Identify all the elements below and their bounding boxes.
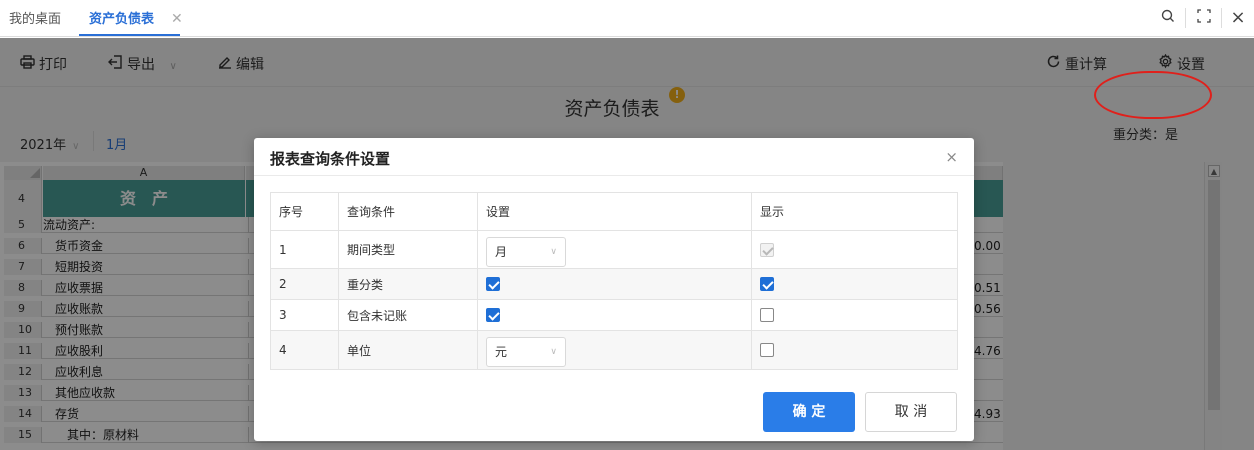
- table-cell: 3: [271, 300, 339, 330]
- fullscreen-icon[interactable]: [1194, 8, 1214, 28]
- tab-close-icon[interactable]: ✕: [171, 11, 183, 27]
- table-cell: [478, 300, 752, 330]
- divider: [1185, 8, 1186, 28]
- tab-bar: 我的桌面 资产负债表 ✕ ×: [0, 0, 1254, 37]
- table-row: 4 单位元 ∨: [271, 331, 957, 369]
- column-header-no: 序号: [271, 193, 339, 230]
- table-cell: 单位: [339, 331, 478, 369]
- setting-checkbox[interactable]: [486, 277, 500, 291]
- table-row: 1 期间类型月 ∨: [271, 231, 957, 269]
- table-cell: [752, 331, 959, 369]
- setting-select-value: 元: [495, 345, 508, 359]
- table-row: 3 包含未记账: [271, 300, 957, 331]
- column-header-setting: 设置: [478, 193, 752, 230]
- dialog-title: 报表查询条件设置: [270, 150, 391, 168]
- divider: [254, 175, 974, 176]
- tab-desktop[interactable]: 我的桌面: [9, 0, 61, 37]
- table-row: 2 重分类: [271, 269, 957, 300]
- chevron-down-icon: ∨: [550, 246, 557, 257]
- setting-select[interactable]: 月 ∨: [486, 236, 566, 267]
- setting-select[interactable]: 元 ∨: [486, 337, 566, 367]
- table-cell: [752, 269, 959, 299]
- display-checkbox[interactable]: [760, 343, 774, 357]
- table-cell: 1: [271, 231, 339, 268]
- table-cell: [752, 231, 959, 268]
- display-checkbox: [760, 242, 774, 257]
- table-cell: 2: [271, 269, 339, 299]
- query-settings-dialog: 报表查询条件设置 × 序号 查询条件 设置 显示 1 期间类型月 ∨ 2 重分类 3 包含未…: [254, 138, 974, 441]
- conditions-table: 序号 查询条件 设置 显示 1 期间类型月 ∨ 2 重分类 3 包含未记账 4 单位元 ∨: [270, 192, 958, 370]
- divider: [1221, 8, 1222, 28]
- display-checkbox[interactable]: [760, 277, 774, 291]
- setting-select-value: 月: [495, 244, 508, 259]
- display-checkbox[interactable]: [760, 308, 774, 322]
- tab-balance-sheet[interactable]: 资产负债表: [79, 0, 181, 37]
- table-cell: 重分类: [339, 269, 478, 299]
- confirm-button[interactable]: 确 定: [763, 392, 855, 432]
- table-cell: 4: [271, 331, 339, 369]
- close-icon[interactable]: ×: [945, 148, 958, 166]
- close-icon[interactable]: ×: [1228, 8, 1248, 28]
- table-header-row: 序号 查询条件 设置 显示: [271, 193, 957, 231]
- annotation-highlight: [1094, 71, 1212, 119]
- table-cell: [478, 269, 752, 299]
- table-cell: 包含未记账: [339, 300, 478, 330]
- setting-checkbox[interactable]: [486, 308, 500, 322]
- cancel-button[interactable]: 取 消: [865, 392, 957, 432]
- active-tab-indicator: [79, 34, 181, 36]
- table-cell: [752, 300, 959, 330]
- search-icon[interactable]: [1158, 8, 1178, 28]
- tab-balance-sheet-label: 资产负债表: [89, 12, 155, 27]
- table-cell: 月 ∨: [478, 231, 752, 268]
- column-header-condition: 查询条件: [339, 193, 478, 230]
- table-cell: 期间类型: [339, 231, 478, 268]
- table-cell: 元 ∨: [478, 331, 752, 369]
- chevron-down-icon: ∨: [550, 347, 557, 357]
- column-header-display: 显示: [760, 205, 785, 219]
